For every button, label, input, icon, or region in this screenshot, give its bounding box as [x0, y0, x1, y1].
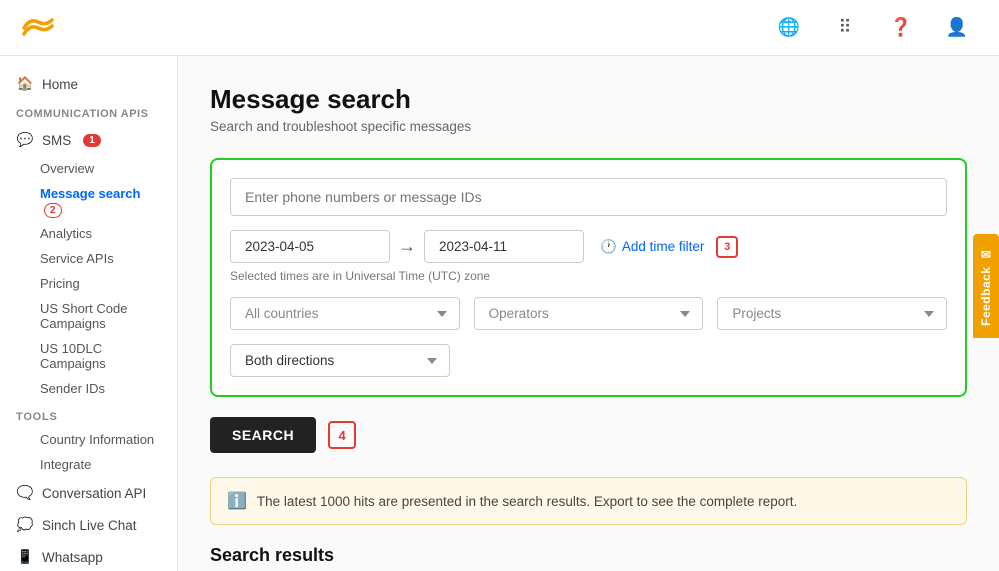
grid-button[interactable]: ⠿: [827, 10, 863, 46]
sidebar-sms-label: SMS: [42, 133, 71, 148]
service-apis-label: Service APIs: [40, 251, 114, 266]
us-10dlc-label: US 10DLC Campaigns: [40, 341, 106, 371]
date-row: → 🕐 Add time filter 3: [230, 230, 947, 263]
sidebar-item-whatsapp[interactable]: 📱 Whatsapp: [0, 541, 177, 571]
sidebar-item-sinch-live-chat[interactable]: 💭 Sinch Live Chat: [0, 509, 177, 541]
date-from-input[interactable]: [230, 230, 390, 263]
integrate-label: Integrate: [40, 457, 91, 472]
operators-select[interactable]: Operators: [474, 297, 704, 330]
filter-row: All countries Operators Projects: [230, 297, 947, 330]
conversation-api-label: Conversation API: [42, 486, 146, 501]
info-banner: ℹ️ The latest 1000 hits are presented in…: [210, 477, 967, 525]
search-btn-row: SEARCH 4: [210, 417, 967, 453]
whatsapp-label: Whatsapp: [42, 550, 103, 565]
country-info-label: Country Information: [40, 432, 154, 447]
direction-select[interactable]: Both directions Inbound Outbound: [230, 344, 450, 377]
overview-label: Overview: [40, 161, 94, 176]
sidebar-item-sender-ids[interactable]: Sender IDs: [0, 376, 177, 401]
profile-button[interactable]: 👤: [939, 10, 975, 46]
globe-button[interactable]: 🌐: [771, 10, 807, 46]
step3-badge: 3: [716, 236, 738, 258]
home-icon: 🏠: [16, 75, 34, 93]
arrow-icon: →: [398, 236, 416, 257]
step4-badge: 4: [328, 421, 356, 449]
sidebar-item-home[interactable]: 🏠 Home: [0, 68, 177, 100]
topbar-icons: 🌐 ⠿ ❓ 👤: [771, 10, 975, 46]
search-box: → 🕐 Add time filter 3 Selected times are…: [210, 158, 967, 397]
message-search-badge: 2: [44, 203, 62, 218]
sidebar-item-integrate[interactable]: Integrate: [0, 452, 177, 477]
tools-label: TOOLS: [0, 401, 177, 427]
analytics-label: Analytics: [40, 226, 92, 241]
sidebar-item-pricing[interactable]: Pricing: [0, 271, 177, 296]
clock-icon: 🕐: [600, 239, 617, 255]
utc-note: Selected times are in Universal Time (UT…: [230, 269, 947, 283]
message-search-label: Message search: [40, 186, 140, 201]
main-content: Message search Search and troubleshoot s…: [178, 56, 999, 571]
page-title: Message search: [210, 84, 967, 115]
projects-select[interactable]: Projects: [717, 297, 947, 330]
feedback-tab[interactable]: Feedback ✉: [973, 234, 999, 338]
feedback-envelope-icon: ✉: [979, 246, 993, 261]
sms-icon: 💬: [16, 131, 34, 149]
sidebar-item-sms[interactable]: 💬 SMS 1: [0, 124, 177, 156]
sms-badge: 1: [83, 134, 101, 147]
sidebar-item-us-10dlc[interactable]: US 10DLC Campaigns: [0, 336, 177, 376]
comm-apis-label: Communication APIs: [0, 100, 177, 124]
add-time-filter-button[interactable]: 🕐 Add time filter: [600, 239, 704, 255]
sender-ids-label: Sender IDs: [40, 381, 105, 396]
sidebar-item-us-short-code[interactable]: US Short Code Campaigns: [0, 296, 177, 336]
sidebar-item-service-apis[interactable]: Service APIs: [0, 246, 177, 271]
pricing-label: Pricing: [40, 276, 80, 291]
logo: [16, 14, 186, 42]
whatsapp-icon: 📱: [16, 548, 34, 566]
all-countries-select[interactable]: All countries: [230, 297, 460, 330]
live-chat-icon: 💭: [16, 516, 34, 534]
sinch-logo-icon: [16, 14, 60, 42]
info-text: The latest 1000 hits are presented in th…: [257, 494, 797, 509]
sidebar-item-country-info[interactable]: Country Information: [0, 427, 177, 452]
conversation-icon: 🗨️: [16, 484, 34, 502]
sidebar: 🏠 Home Communication APIs 💬 SMS 1 Overvi…: [0, 56, 178, 571]
results-title: Search results: [210, 545, 967, 566]
feedback-label: Feedback: [979, 266, 993, 325]
sidebar-item-analytics[interactable]: Analytics: [0, 221, 177, 246]
info-icon: ℹ️: [227, 491, 247, 511]
help-button[interactable]: ❓: [883, 10, 919, 46]
topbar: 🌐 ⠿ ❓ 👤: [0, 0, 999, 56]
sidebar-item-message-search[interactable]: Message search 2: [0, 181, 177, 221]
sidebar-item-overview[interactable]: Overview: [0, 156, 177, 181]
page-subtitle: Search and troubleshoot specific message…: [210, 119, 967, 134]
date-to-input[interactable]: [424, 230, 584, 263]
sidebar-home-label: Home: [42, 77, 78, 92]
sinch-live-chat-label: Sinch Live Chat: [42, 518, 137, 533]
search-input[interactable]: [230, 178, 947, 216]
sidebar-item-conversation-api[interactable]: 🗨️ Conversation API: [0, 477, 177, 509]
us-short-code-label: US Short Code Campaigns: [40, 301, 127, 331]
add-time-label: Add time filter: [622, 239, 705, 254]
search-button[interactable]: SEARCH: [210, 417, 316, 453]
